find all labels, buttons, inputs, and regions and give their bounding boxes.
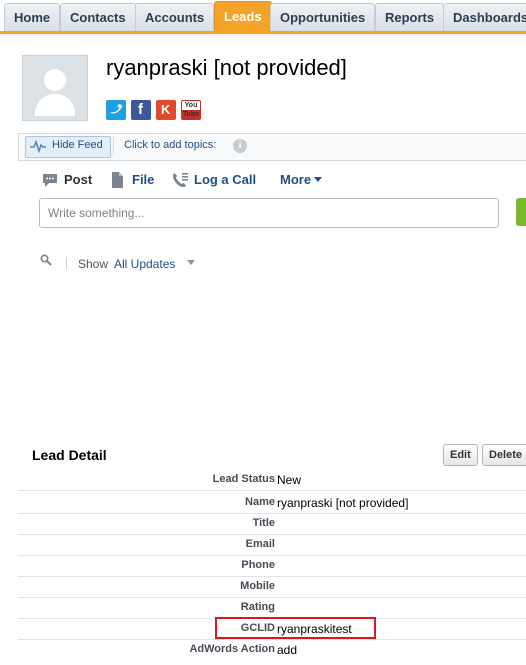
field-label: Lead Status	[212, 473, 275, 485]
filter-divider	[66, 257, 67, 269]
share-button[interactable]	[516, 198, 526, 226]
show-label: Show	[78, 257, 109, 271]
tab-leads[interactable]: Leads	[214, 1, 272, 32]
field-label: Name	[245, 496, 275, 508]
tab-dashboards[interactable]: Dashboards	[443, 3, 526, 32]
hide-feed-label: Hide Feed	[52, 139, 103, 151]
twitter-bird-icon	[110, 104, 123, 114]
detail-row: Mobile	[18, 577, 526, 598]
post-bubble-icon	[43, 174, 57, 187]
field-value: add	[277, 643, 298, 657]
youtube-glyph: You Tube	[182, 102, 200, 118]
composer-placeholder: Write something...	[48, 206, 145, 220]
detail-row: Rating	[18, 598, 526, 619]
gclid-highlight-box	[215, 617, 376, 639]
all-updates-filter[interactable]: All Updates	[114, 257, 175, 271]
filter-chevron-down-icon[interactable]	[187, 260, 195, 265]
tab-reports[interactable]: Reports	[375, 3, 445, 32]
detail-row: Phone	[18, 556, 526, 577]
klout-glyph: K	[161, 102, 171, 117]
lead-detail-title: Lead Detail	[32, 447, 107, 463]
edit-button[interactable]: Edit	[443, 444, 478, 466]
field-label: Title	[252, 517, 275, 529]
tab-underline	[0, 31, 526, 34]
field-label: Rating	[240, 601, 275, 613]
field-label: Mobile	[240, 580, 275, 592]
detail-row: Name ryanpraski [not provided]	[18, 493, 526, 514]
field-value: ryanpraski [not provided]	[277, 496, 409, 510]
klout-icon[interactable]: K	[156, 100, 176, 120]
twitter-icon[interactable]	[106, 100, 126, 120]
tab-accounts[interactable]: Accounts	[135, 3, 215, 32]
detail-row: AdWords Action add	[18, 640, 526, 660]
delete-button[interactable]: Delete	[482, 444, 526, 466]
file-action[interactable]: File	[132, 172, 154, 187]
search-icon[interactable]	[40, 254, 52, 266]
field-value: New	[277, 473, 302, 487]
detail-row: Email	[18, 535, 526, 556]
phone-icon	[173, 173, 188, 188]
field-label: Email	[245, 538, 275, 550]
field-label: Phone	[241, 559, 275, 571]
file-icon	[112, 172, 123, 188]
info-icon[interactable]: i	[233, 139, 247, 153]
tab-contacts[interactable]: Contacts	[60, 3, 136, 32]
add-topics-link[interactable]: Click to add topics:	[124, 139, 216, 151]
youtube-icon[interactable]: You Tube	[181, 100, 201, 120]
detail-row: Title	[18, 514, 526, 535]
tab-bar: Home Contacts Accounts Leads Opportuniti…	[0, 0, 526, 34]
tab-home[interactable]: Home	[4, 3, 61, 32]
facebook-icon[interactable]: f	[131, 100, 151, 120]
chevron-down-icon	[314, 177, 322, 182]
avatar[interactable]	[22, 55, 88, 121]
detail-row: Lead Status New	[18, 470, 526, 491]
facebook-glyph: f	[138, 101, 143, 118]
page-title: ryanpraski [not provided]	[106, 55, 347, 80]
post-action[interactable]: Post	[64, 172, 92, 187]
log-a-call-action[interactable]: Log a Call	[194, 172, 256, 187]
person-silhouette-icon	[23, 56, 87, 120]
field-label: AdWords Action	[189, 643, 275, 655]
more-actions[interactable]: More	[280, 172, 311, 187]
tab-opportunities[interactable]: Opportunities	[270, 3, 376, 32]
toolbar-divider	[113, 137, 114, 155]
pulse-icon	[30, 140, 46, 153]
